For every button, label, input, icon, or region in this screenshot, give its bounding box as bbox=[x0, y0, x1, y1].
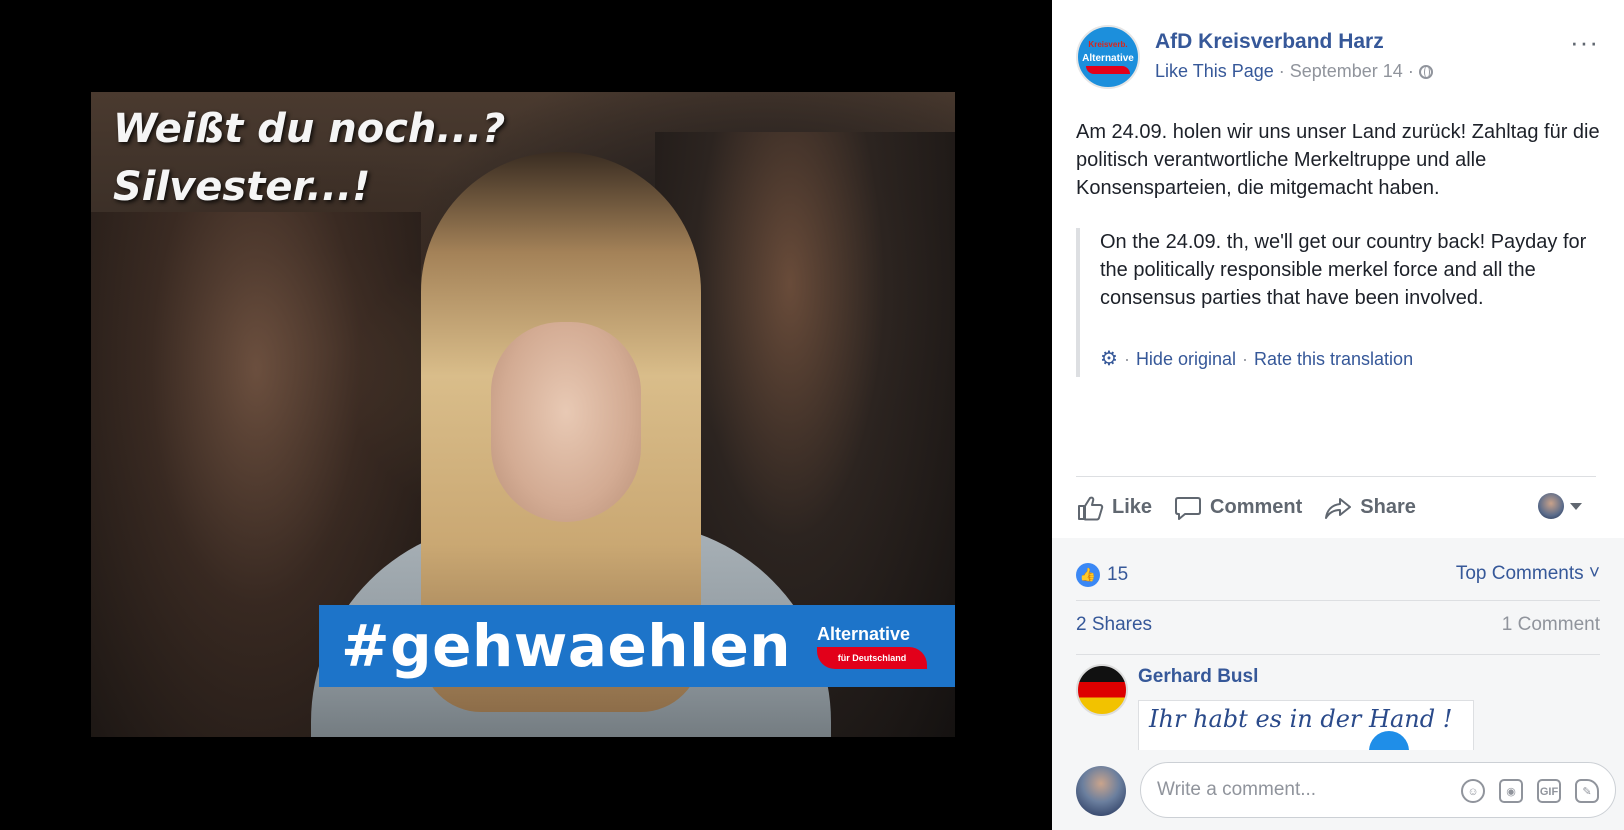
photo-face bbox=[491, 322, 641, 522]
share-label: Share bbox=[1360, 496, 1416, 518]
viewer-avatar bbox=[1538, 493, 1564, 519]
reactions-row: 👍 15 Top Comments ˅ bbox=[1076, 558, 1600, 592]
comment-count: 1 Comment bbox=[1501, 614, 1600, 635]
comment-label: Comment bbox=[1210, 496, 1303, 518]
hashtag-text: #gehwaehlen bbox=[341, 612, 792, 680]
hide-original-link[interactable]: Hide original bbox=[1136, 345, 1236, 373]
comment-image-graphic bbox=[1369, 731, 1409, 750]
gif-icon[interactable]: GIF bbox=[1537, 779, 1561, 803]
post-photo[interactable]: Weißt du noch...? Silvester...! #gehwaeh… bbox=[91, 92, 955, 737]
post-meta: Like This Page · September 14 · bbox=[1155, 61, 1433, 82]
post-as-selector[interactable] bbox=[1538, 493, 1582, 519]
top-comments-dropdown[interactable]: Top Comments ˅ bbox=[1456, 563, 1600, 585]
photo-overlay-text: Weißt du noch...? Silvester...! bbox=[113, 106, 506, 210]
rate-translation-link[interactable]: Rate this translation bbox=[1254, 345, 1413, 373]
like-label: Like bbox=[1112, 496, 1153, 518]
gear-icon[interactable]: ⚙ bbox=[1100, 345, 1118, 373]
comment-item: Gerhard Busl Ihr habt es in der Hand ! bbox=[1076, 664, 1600, 750]
thumbs-up-icon bbox=[1076, 495, 1104, 521]
actions-bar: Like Comment Share bbox=[1076, 476, 1596, 538]
meta-separator: · bbox=[1407, 61, 1414, 81]
translation-block: On the 24.09. th, we'll get our country … bbox=[1076, 228, 1606, 377]
meta-separator: · bbox=[1278, 61, 1285, 81]
more-options-icon[interactable]: ··· bbox=[1570, 29, 1598, 55]
avatar-swoosh bbox=[1086, 66, 1130, 74]
comment-image-text: Ihr habt es in der Hand ! bbox=[1149, 705, 1453, 733]
composer-icons: ☺ ◉ GIF ✎ bbox=[1461, 779, 1599, 803]
post-text: Am 24.09. holen wir uns unser Land zurüc… bbox=[1076, 121, 1600, 199]
sticker-icon[interactable]: ✎ bbox=[1575, 779, 1599, 803]
like-page-link[interactable]: Like This Page bbox=[1155, 61, 1274, 82]
comment-input[interactable]: Write a comment... ☺ ◉ GIF ✎ bbox=[1140, 762, 1616, 818]
divider bbox=[1076, 600, 1600, 601]
comment-button[interactable]: Comment bbox=[1174, 495, 1302, 521]
post-header: Kreisverb. Alternative AfD Kreisverband … bbox=[1052, 0, 1624, 110]
afd-logo-word: Alternative bbox=[817, 623, 911, 644]
afd-logo-swoosh: für Deutschland bbox=[817, 646, 927, 669]
like-reaction-icon: 👍 bbox=[1076, 563, 1100, 587]
action-separator: · bbox=[1123, 349, 1130, 369]
hashtag-banner: #gehwaehlen Alternative für Deutschland bbox=[319, 605, 955, 687]
translation-actions: ⚙ · Hide original · Rate this translatio… bbox=[1100, 345, 1413, 373]
share-arrow-icon bbox=[1324, 495, 1352, 521]
caret-down-icon bbox=[1570, 502, 1582, 510]
afd-logo: Alternative für Deutschland bbox=[805, 605, 955, 687]
action-separator: · bbox=[1242, 349, 1248, 369]
like-button[interactable]: Like bbox=[1076, 495, 1152, 521]
shares-link[interactable]: 2 Shares bbox=[1076, 614, 1152, 635]
translation-text: On the 24.09. th, we'll get our country … bbox=[1100, 231, 1587, 309]
avatar-word: Alternative bbox=[1082, 53, 1134, 64]
comment-icon bbox=[1174, 495, 1202, 521]
media-viewer: Weißt du noch...? Silvester...! #gehwaeh… bbox=[0, 0, 1052, 830]
user-avatar bbox=[1076, 766, 1126, 816]
post-date[interactable]: September 14 bbox=[1290, 61, 1403, 82]
share-button[interactable]: Share bbox=[1324, 495, 1416, 521]
page-name-link[interactable]: AfD Kreisverband Harz bbox=[1155, 30, 1384, 54]
globe-icon[interactable] bbox=[1418, 64, 1433, 79]
comment-composer: Write a comment... ☺ ◉ GIF ✎ bbox=[1076, 762, 1616, 822]
comments-section: 👍 15 Top Comments ˅ 2 Shares 1 Comment G… bbox=[1052, 538, 1624, 830]
shares-row: 2 Shares 1 Comment bbox=[1076, 614, 1600, 636]
reaction-count[interactable]: 15 bbox=[1107, 564, 1128, 586]
commenter-avatar[interactable] bbox=[1076, 664, 1128, 716]
commenter-name[interactable]: Gerhard Busl bbox=[1138, 666, 1258, 688]
camera-icon[interactable]: ◉ bbox=[1499, 779, 1523, 803]
divider bbox=[1076, 654, 1600, 655]
avatar-top-text: Kreisverb. bbox=[1088, 40, 1128, 49]
page-avatar[interactable]: Kreisverb. Alternative bbox=[1076, 25, 1140, 89]
emoji-icon[interactable]: ☺ bbox=[1461, 779, 1485, 803]
comment-placeholder: Write a comment... bbox=[1157, 779, 1317, 800]
comment-image[interactable]: Ihr habt es in der Hand ! bbox=[1138, 700, 1474, 750]
post-panel: Kreisverb. Alternative AfD Kreisverband … bbox=[1052, 0, 1624, 830]
